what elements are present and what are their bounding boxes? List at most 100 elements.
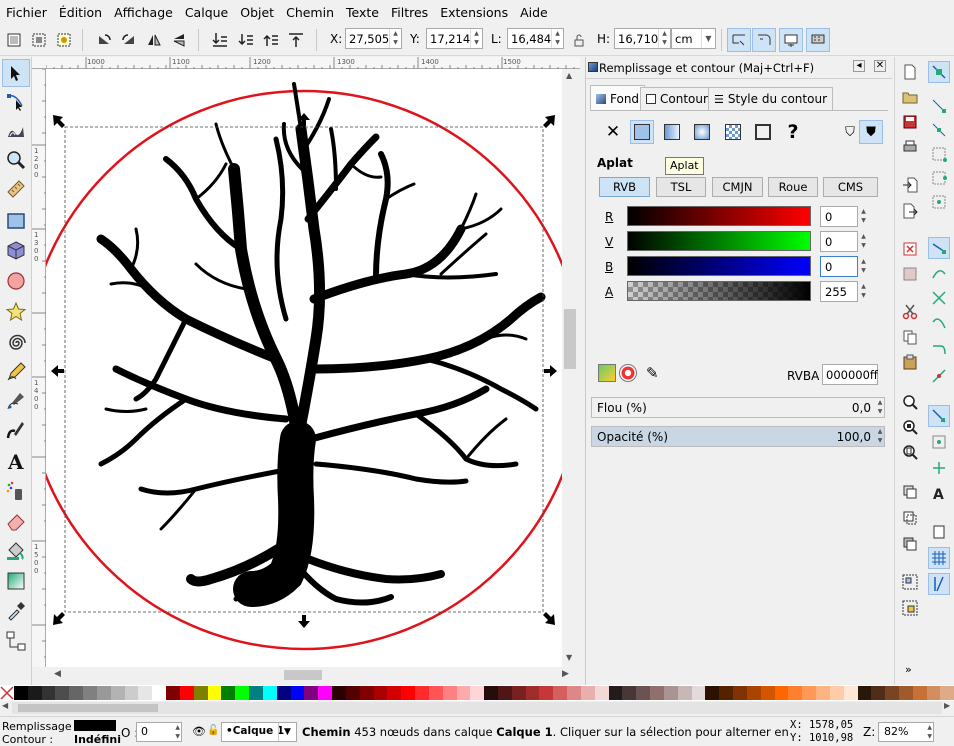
palette-swatch[interactable] bbox=[816, 686, 830, 700]
snap-paths-icon[interactable] bbox=[928, 263, 950, 285]
vertical-scrollbar[interactable]: ▲ ▼ bbox=[562, 69, 578, 667]
snap-bbox-edge-icon[interactable] bbox=[928, 119, 950, 141]
palette-swatch[interactable] bbox=[539, 686, 554, 700]
tab-style-contour[interactable]: ☰ Style du contour bbox=[708, 87, 833, 110]
eraser-tool-icon[interactable] bbox=[2, 507, 30, 535]
star-tool-icon[interactable] bbox=[2, 298, 30, 326]
lower-to-bottom-icon[interactable] bbox=[208, 28, 232, 52]
channel-r-slider[interactable] bbox=[627, 206, 811, 226]
palette-scroll-right-icon[interactable]: ▶ bbox=[944, 701, 950, 710]
color-picker-icon[interactable]: ✎ bbox=[646, 364, 659, 382]
palette-swatch[interactable] bbox=[359, 686, 374, 700]
color-palette[interactable] bbox=[0, 685, 954, 701]
spray-tool-icon[interactable] bbox=[2, 477, 30, 505]
scroll-left-icon[interactable]: ◀ bbox=[54, 669, 61, 679]
out-of-gamut-icon[interactable] bbox=[619, 364, 637, 382]
palette-swatch[interactable] bbox=[235, 686, 250, 700]
snap-intersections-icon[interactable] bbox=[928, 287, 950, 309]
palette-scroll-thumb[interactable] bbox=[18, 704, 158, 712]
more-commands-icon[interactable]: » bbox=[905, 663, 912, 676]
palette-swatch[interactable] bbox=[843, 686, 858, 700]
pencil-tool-icon[interactable] bbox=[2, 358, 30, 386]
palette-swatch[interactable] bbox=[470, 686, 485, 700]
opacity-status-input[interactable]: 0 ▲ ▼ bbox=[136, 722, 182, 742]
zoom-tool-icon[interactable] bbox=[2, 146, 30, 174]
connector-tool-icon[interactable] bbox=[2, 627, 30, 655]
palette-swatch[interactable] bbox=[899, 686, 913, 700]
palette-swatch[interactable] bbox=[110, 686, 125, 700]
new-document-icon[interactable] bbox=[899, 61, 921, 83]
menu-edition[interactable]: Édition bbox=[53, 5, 108, 20]
swatch-button[interactable] bbox=[751, 120, 775, 144]
dialog-iconify-icon[interactable]: ◂ bbox=[853, 60, 865, 72]
raise-to-top-icon[interactable] bbox=[284, 28, 308, 52]
pattern-button[interactable] bbox=[721, 120, 745, 144]
channel-v-input[interactable]: 0 ▲ ▼ bbox=[820, 231, 866, 252]
palette-swatch[interactable] bbox=[636, 686, 651, 700]
palette-swatch[interactable] bbox=[733, 686, 747, 700]
palette-swatch[interactable] bbox=[567, 686, 581, 700]
palette-swatch[interactable] bbox=[249, 686, 263, 700]
menu-affichage[interactable]: Affichage bbox=[108, 5, 179, 20]
palette-swatch[interactable] bbox=[262, 686, 277, 700]
menu-texte[interactable]: Texte bbox=[340, 5, 385, 20]
group-icon[interactable] bbox=[899, 571, 921, 593]
redo-icon[interactable] bbox=[899, 263, 921, 285]
cut-icon[interactable] bbox=[899, 301, 921, 323]
paint-bucket-tool-icon[interactable] bbox=[2, 537, 30, 565]
mode-tsl-button[interactable]: TSL bbox=[656, 177, 706, 197]
snap-rotation-center-icon[interactable] bbox=[928, 457, 950, 479]
snap-nodes-icon[interactable] bbox=[928, 237, 950, 259]
scroll-right-icon[interactable]: ▶ bbox=[562, 669, 569, 679]
palette-swatch[interactable] bbox=[608, 686, 623, 700]
zoom-drawing-icon[interactable] bbox=[899, 416, 921, 438]
layer-visibility-icon[interactable]: 👁 bbox=[192, 725, 206, 738]
palette-swatch[interactable] bbox=[594, 686, 609, 700]
tweak-tool-icon[interactable] bbox=[2, 117, 30, 145]
scroll-down-icon[interactable]: ▼ bbox=[566, 653, 572, 662]
unset-paint-button[interactable]: ? bbox=[781, 120, 805, 144]
copy-icon[interactable] bbox=[899, 326, 921, 348]
palette-swatch[interactable] bbox=[912, 686, 927, 700]
color-managed-icon[interactable] bbox=[598, 364, 616, 382]
snap-guides-icon[interactable] bbox=[928, 573, 950, 595]
rotate-ccw-icon[interactable] bbox=[92, 28, 116, 52]
no-color-swatch[interactable] bbox=[0, 686, 14, 700]
flip-vertical-icon[interactable] bbox=[167, 28, 191, 52]
menu-filtres[interactable]: Filtres bbox=[385, 5, 434, 20]
scale-stroke-icon[interactable] bbox=[727, 28, 751, 52]
radial-gradient-button[interactable] bbox=[690, 120, 714, 144]
fill-rule-nonzero-button[interactable]: ⛊ bbox=[859, 120, 883, 144]
select-all-icon[interactable] bbox=[2, 28, 26, 52]
palette-swatch[interactable] bbox=[691, 686, 706, 700]
spiral-tool-icon[interactable] bbox=[2, 329, 30, 357]
horizontal-scroll-thumb[interactable] bbox=[284, 670, 322, 680]
palette-swatch[interactable] bbox=[940, 686, 954, 700]
scale-corners-icon[interactable] bbox=[752, 28, 776, 52]
palette-swatch[interactable] bbox=[456, 686, 471, 700]
snap-bbox-midpoint-icon[interactable] bbox=[928, 167, 950, 189]
palette-swatch[interactable] bbox=[788, 686, 803, 700]
flat-color-button[interactable] bbox=[630, 120, 654, 144]
menu-extensions[interactable]: Extensions bbox=[434, 5, 514, 20]
palette-swatch[interactable] bbox=[746, 686, 761, 700]
snap-text-baseline-icon[interactable]: A bbox=[928, 483, 950, 505]
tab-fond[interactable]: Fond bbox=[590, 85, 646, 111]
open-document-icon[interactable] bbox=[899, 86, 921, 108]
linear-gradient-button[interactable] bbox=[660, 120, 684, 144]
menu-chemin[interactable]: Chemin bbox=[280, 5, 340, 20]
export-icon[interactable] bbox=[899, 200, 921, 222]
palette-swatch[interactable] bbox=[677, 686, 692, 700]
move-gradients-icon[interactable] bbox=[779, 28, 803, 52]
palette-swatch[interactable] bbox=[415, 686, 429, 700]
gradient-tool-icon[interactable] bbox=[2, 567, 30, 595]
snap-bbox-corner-icon[interactable] bbox=[928, 143, 950, 165]
palette-scrollbar[interactable] bbox=[12, 702, 942, 714]
palette-swatch[interactable] bbox=[69, 686, 84, 700]
palette-swatch[interactable] bbox=[304, 686, 319, 700]
blur-control[interactable]: Flou (%) 0,0 ▲ ▼ bbox=[591, 397, 885, 418]
palette-swatch[interactable] bbox=[373, 686, 388, 700]
palette-swatch[interactable] bbox=[14, 686, 28, 700]
palette-swatch[interactable] bbox=[622, 686, 637, 700]
channel-v-slider[interactable] bbox=[627, 231, 811, 251]
